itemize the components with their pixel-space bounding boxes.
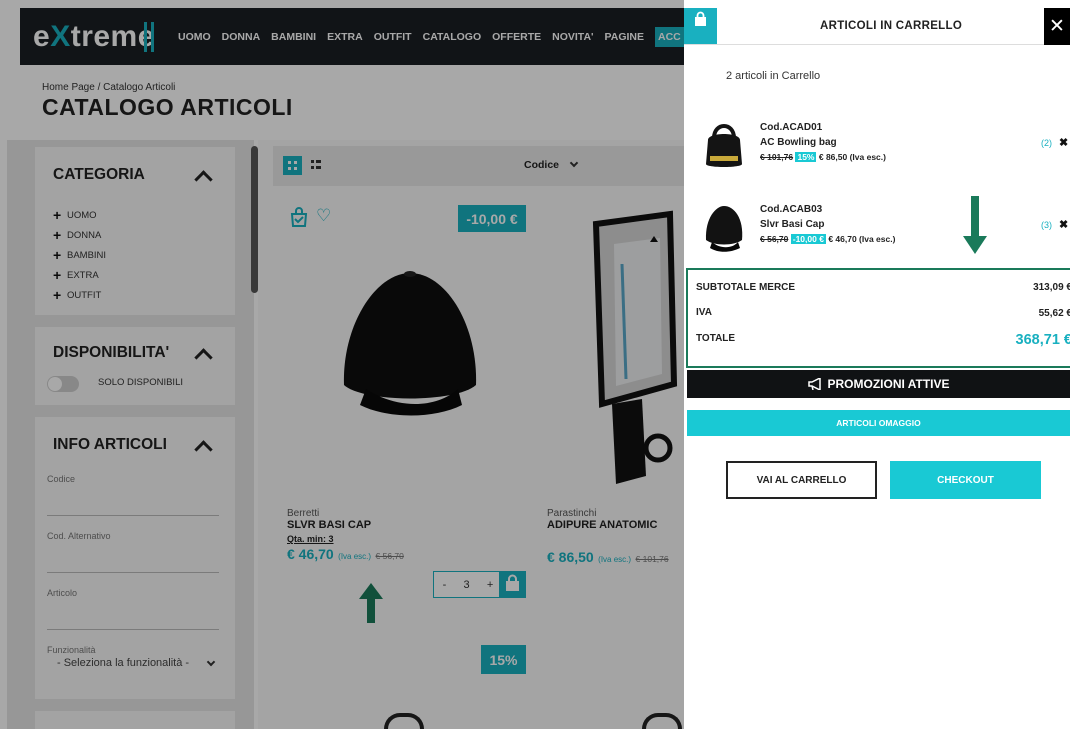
subtotal-label: SUBTOTALE MERCE xyxy=(696,282,796,293)
cart-bag-icon xyxy=(684,8,717,44)
cart-title: ARTICOLI IN CARRELLO xyxy=(820,20,963,32)
modal-overlay[interactable] xyxy=(0,0,684,729)
cart-drawer: ARTICOLI IN CARRELLO ✕ 2 articoli in Car… xyxy=(684,0,1070,729)
page-root: eXtreme UOMO DONNA BAMBINI EXTRA OUTFIT … xyxy=(0,0,1070,729)
cart-item-name[interactable]: AC Bowling bag xyxy=(760,137,837,148)
cart-item-image-bag[interactable] xyxy=(702,118,746,170)
checkout-button[interactable]: CHECKOUT xyxy=(890,461,1041,499)
cart-totals: SUBTOTALE MERCE 313,09 € IVA 55,62 € TOT… xyxy=(686,268,1070,368)
cart-item: Cod.ACAD01 AC Bowling bag € 101,76 15% €… xyxy=(684,118,1070,178)
cart-item-qty: (2) xyxy=(1041,138,1052,148)
cart-item-price: € 101,76 15% € 86,50 (Iva esc.) xyxy=(760,152,886,162)
cart-item-code: Cod.ACAB03 xyxy=(760,204,823,215)
total-label: TOTALE xyxy=(696,333,736,344)
megaphone-icon xyxy=(807,378,821,390)
annotation-arrow-down-icon xyxy=(963,196,987,254)
gift-items-button[interactable]: ARTICOLI OMAGGIO xyxy=(687,410,1070,436)
cart-item-price: € 56,70 -10,00 € € 46,70 (Iva esc.) xyxy=(760,234,896,244)
cart-item-qty: (3) xyxy=(1041,220,1052,230)
iva-value: 55,62 € xyxy=(1038,308,1070,319)
cart-header: ARTICOLI IN CARRELLO ✕ xyxy=(684,8,1070,45)
remove-item-icon[interactable]: ✖ xyxy=(1059,218,1068,231)
close-icon[interactable]: ✕ xyxy=(1044,8,1070,45)
total-value: 368,71 € xyxy=(1015,332,1070,348)
cart-item-image-cap[interactable] xyxy=(702,200,746,252)
cart-item: Cod.ACAB03 Slvr Basi Cap € 56,70 -10,00 … xyxy=(684,200,1070,260)
remove-item-icon[interactable]: ✖ xyxy=(1059,136,1068,149)
cart-item-code: Cod.ACAD01 xyxy=(760,122,823,133)
go-to-cart-button[interactable]: VAI AL CARRELLO xyxy=(726,461,877,499)
subtotal-value: 313,09 € xyxy=(1033,282,1070,293)
cart-item-count: 2 articoli in Carrello xyxy=(726,70,821,82)
iva-label: IVA xyxy=(696,307,712,318)
cart-item-name[interactable]: Slvr Basi Cap xyxy=(760,219,824,230)
promotions-button[interactable]: PROMOZIONI ATTIVE xyxy=(687,370,1070,398)
